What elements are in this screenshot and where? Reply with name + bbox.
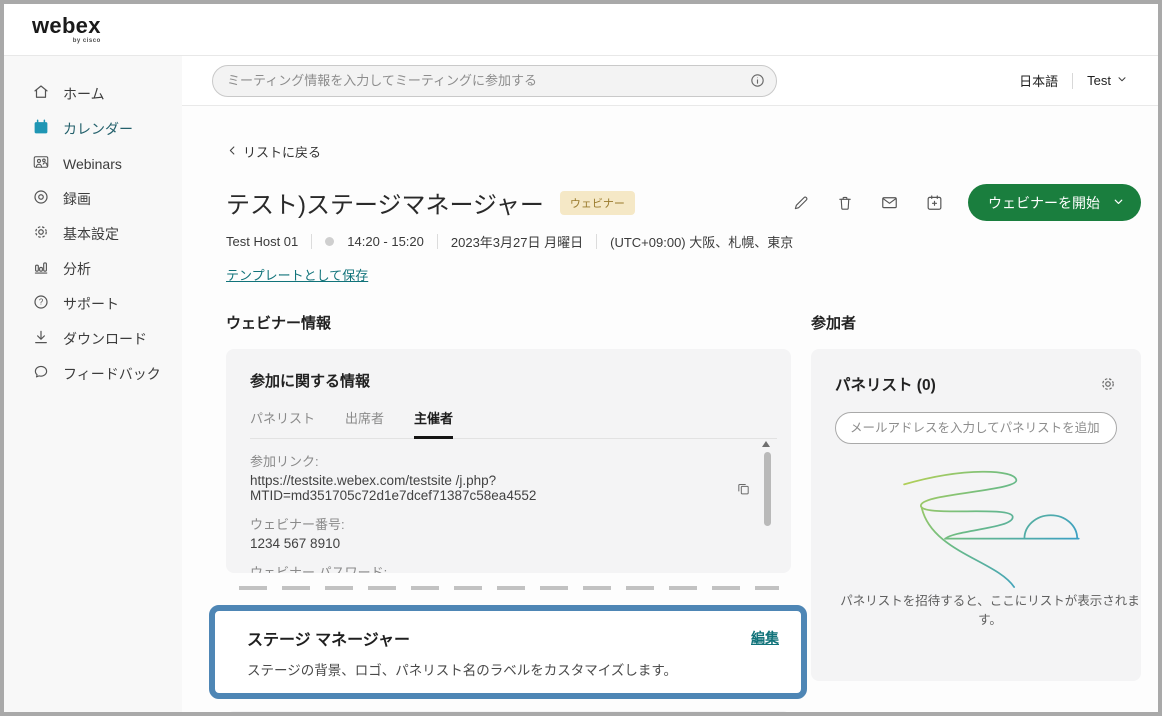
calendar-icon (32, 118, 50, 139)
join-info-tabs: パネリスト 出席者 主催者 (250, 408, 777, 439)
feedback-icon (32, 363, 50, 384)
webex-logo: webex by cisco (32, 15, 101, 44)
join-meeting-search[interactable] (212, 65, 777, 97)
sidebar-item-label: フィードバック (63, 364, 161, 384)
settings-icon (32, 223, 50, 244)
home-icon (32, 83, 50, 104)
webex-window: webex by cisco ホーム カレンダー Webinars 録画 (0, 0, 1162, 716)
webex-logo-text: webex (32, 15, 101, 37)
chevron-down-icon (1112, 195, 1125, 211)
scrollbar-up-arrow[interactable] (762, 441, 770, 447)
page-title: テスト)ステージマネージャー (226, 185, 544, 220)
start-webinar-label: ウェビナーを開始 (988, 193, 1100, 213)
webinar-date: 2023年3月27日 月曜日 (451, 232, 583, 251)
webinar-badge: ウェビナー (560, 191, 635, 215)
add-panelist-field[interactable] (835, 412, 1117, 444)
content-area: リストに戻る テスト)ステージマネージャー ウェビナー ウェビナーを開始 (182, 106, 1158, 712)
sidebar-item-label: サポート (63, 294, 119, 314)
add-to-calendar-icon[interactable] (925, 193, 944, 212)
join-link-value: https://testsite.webex.com/testsite /j.p… (250, 473, 730, 503)
add-panelist-input[interactable] (850, 421, 1102, 435)
sidebar-item-webinars[interactable]: Webinars (4, 146, 182, 181)
status-dot (325, 237, 334, 246)
back-to-list-label: リストに戻る (243, 142, 321, 161)
sidebar-item-label: ダウンロード (63, 329, 147, 349)
chevron-down-icon (1116, 73, 1128, 88)
scrollbar-thumb[interactable] (764, 452, 771, 526)
sidebar-item-label: 分析 (63, 259, 91, 279)
mail-icon[interactable] (880, 193, 899, 212)
panelist-card: パネリスト (0) (811, 349, 1141, 681)
dashed-separator (239, 586, 779, 590)
info-icon[interactable] (749, 72, 766, 89)
user-menu[interactable]: Test (1087, 73, 1128, 88)
meta-divider (437, 234, 438, 249)
meta-divider (596, 234, 597, 249)
webinar-timezone: (UTC+09:00) 大阪、札幌、東京 (610, 232, 793, 251)
app-header: webex by cisco (4, 4, 1158, 56)
sidebar-item-label: 基本設定 (63, 224, 119, 244)
sidebar-item-label: 録画 (63, 189, 91, 209)
webinar-password-label: ウェビナー パスワード: (250, 562, 751, 573)
stage-manager-edit-link[interactable]: 編集 (751, 628, 779, 648)
empty-panelist-illustration (860, 458, 1092, 590)
recording-icon (32, 188, 50, 209)
webinar-info-section-title: ウェビナー情報 (226, 312, 791, 333)
participants-section-title: 参加者 (811, 312, 1141, 333)
sidebar-item-home[interactable]: ホーム (4, 76, 182, 111)
save-as-template-link[interactable]: テンプレートとして保存 (226, 265, 368, 284)
webinar-meta: Test Host 01 14:20 - 15:20 2023年3月27日 月曜… (226, 232, 1141, 251)
empty-panelist-message: パネリストを招待すると、ここにリストが表示されます。 (835, 592, 1145, 630)
sidebar-item-analytics[interactable]: 分析 (4, 251, 182, 286)
meta-divider (311, 234, 312, 249)
sidebar-item-label: カレンダー (63, 119, 133, 139)
sidebar-item-recordings[interactable]: 録画 (4, 181, 182, 216)
topbar: 日本語 Test (182, 56, 1158, 106)
tab-attendee[interactable]: 出席者 (345, 408, 384, 438)
support-icon: ? (32, 293, 50, 314)
host-name: Test Host 01 (226, 234, 298, 249)
join-link-label: 参加リンク: (250, 451, 751, 470)
sidebar-item-preferences[interactable]: 基本設定 (4, 216, 182, 251)
stage-manager-title: ステージ マネージャー (247, 626, 410, 650)
sidebar-item-support[interactable]: ? サポート (4, 286, 182, 321)
sidebar-item-calendar[interactable]: カレンダー (4, 111, 182, 146)
join-info-card-title: 参加に関する情報 (250, 370, 777, 391)
svg-text:?: ? (39, 298, 44, 307)
copy-icon[interactable] (736, 481, 751, 496)
delete-icon[interactable] (836, 194, 854, 212)
back-to-list-link[interactable]: リストに戻る (226, 142, 321, 161)
chevron-left-icon (226, 143, 239, 160)
join-meeting-input[interactable] (227, 73, 749, 88)
webex-logo-subtext: by cisco (32, 38, 101, 44)
webinars-icon (32, 153, 50, 174)
user-menu-label: Test (1087, 73, 1111, 88)
webinar-time: 14:20 - 15:20 (347, 234, 424, 249)
webinar-number-value: 1234 567 8910 (250, 536, 751, 551)
stage-manager-description: ステージの背景、ロゴ、パネリスト名のラベルをカスタマイズします。 (247, 659, 779, 679)
analytics-icon (32, 258, 50, 279)
sidebar-item-feedback[interactable]: フィードバック (4, 356, 182, 391)
stage-manager-card: ステージ マネージャー 編集 ステージの背景、ロゴ、パネリスト名のラベルをカスタ… (209, 605, 807, 699)
tab-panelist[interactable]: パネリスト (250, 408, 315, 438)
gear-icon[interactable] (1099, 375, 1117, 393)
language-selector[interactable]: 日本語 (1019, 71, 1058, 90)
webinar-number-label: ウェビナー番号: (250, 514, 751, 533)
topbar-divider (1072, 73, 1073, 89)
sidebar: ホーム カレンダー Webinars 録画 基本設定 分析 (4, 56, 182, 712)
download-icon (32, 328, 50, 349)
tab-host[interactable]: 主催者 (414, 408, 453, 439)
post-webinar-survey-card: ウェビナー後のアンケート 追加 (226, 711, 791, 712)
sidebar-item-label: Webinars (63, 156, 122, 172)
edit-icon[interactable] (792, 194, 810, 212)
join-info-scroll-area: 参加リンク: https://testsite.webex.com/testsi… (250, 439, 777, 573)
start-webinar-button[interactable]: ウェビナーを開始 (968, 184, 1141, 221)
sidebar-item-label: ホーム (63, 84, 105, 104)
sidebar-item-downloads[interactable]: ダウンロード (4, 321, 182, 356)
join-info-card: 参加に関する情報 パネリスト 出席者 主催者 参加リンク: https://te… (226, 349, 791, 573)
panelist-card-title: パネリスト (0) (835, 373, 936, 395)
